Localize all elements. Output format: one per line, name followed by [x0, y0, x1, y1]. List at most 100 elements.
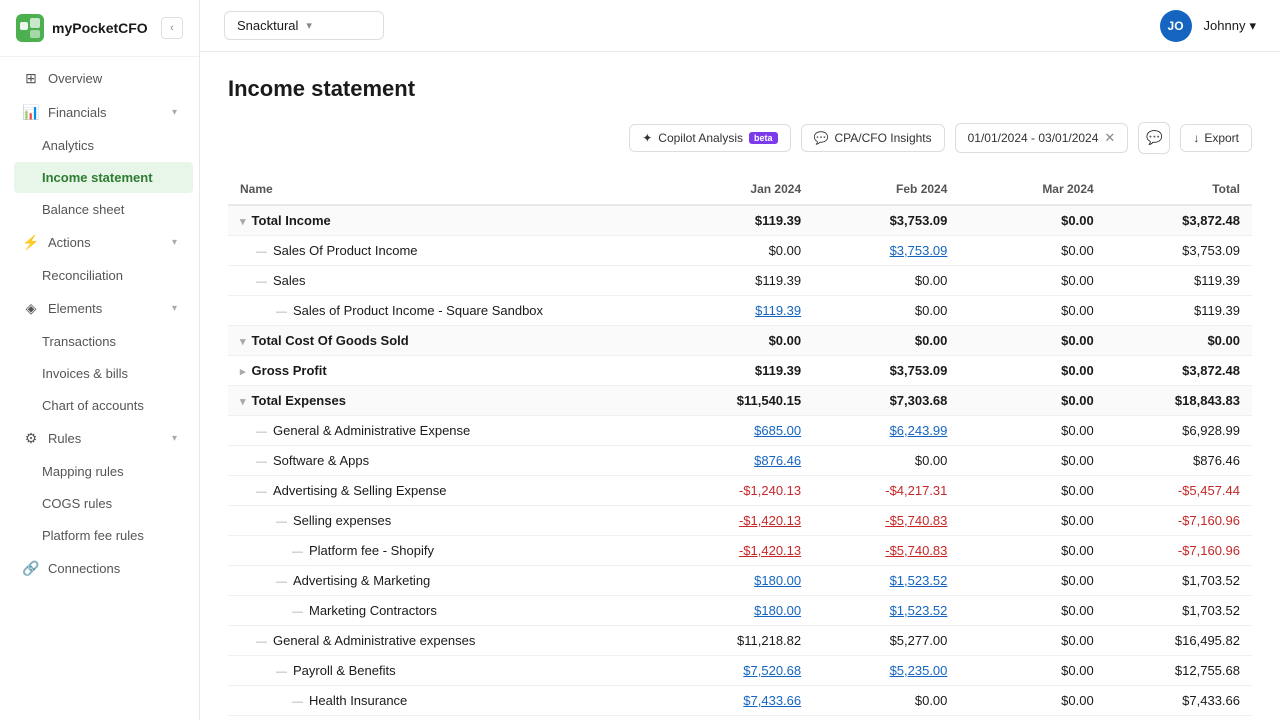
cell-value: -$5,457.44 [1106, 476, 1252, 506]
page-title: Income statement [228, 76, 1252, 102]
cell-value: $3,753.09 [813, 205, 959, 236]
expand-icon[interactable]: — [292, 606, 303, 618]
cell-value[interactable]: -$5,740.83 [813, 536, 959, 566]
cell-value[interactable]: $1,523.52 [813, 596, 959, 626]
cell-value: $11,218.82 [667, 626, 813, 656]
sidebar-item-invoices-bills[interactable]: Invoices & bills [14, 358, 193, 389]
cell-value[interactable]: $6,243.99 [813, 416, 959, 446]
table-row: ▾Total Cost Of Goods Sold$0.00$0.00$0.00… [228, 326, 1252, 356]
expand-icon[interactable]: — [276, 666, 287, 678]
expand-icon[interactable]: — [256, 486, 267, 498]
sidebar-item-financials[interactable]: 📊 Financials ▾ [6, 96, 193, 129]
expand-icon[interactable]: ▾ [240, 336, 246, 348]
cell-value[interactable]: -$1,420.13 [667, 506, 813, 536]
sidebar-collapse-button[interactable]: ‹ [161, 17, 183, 39]
sidebar-item-platform-fee-rules[interactable]: Platform fee rules [14, 520, 193, 551]
cell-name: —Workers' Compensation [228, 716, 667, 720]
sidebar-item-mapping-rules[interactable]: Mapping rules [14, 456, 193, 487]
row-name: Total Cost Of Goods Sold [252, 333, 409, 348]
row-name: Advertising & Marketing [293, 573, 430, 588]
expand-icon[interactable]: — [292, 696, 303, 708]
expand-icon[interactable]: — [256, 426, 267, 438]
cell-value[interactable]: $7,520.68 [667, 656, 813, 686]
cell-value: $0.00 [959, 596, 1105, 626]
date-range-selector[interactable]: 01/01/2024 - 03/01/2024 ✕ [955, 123, 1129, 153]
cell-value[interactable]: $685.00 [667, 416, 813, 446]
sidebar-item-cogs-rules[interactable]: COGS rules [14, 488, 193, 519]
expand-icon[interactable]: — [256, 636, 267, 648]
sidebar-item-connections[interactable]: 🔗 Connections [6, 552, 193, 585]
sidebar-item-reconciliation[interactable]: Reconciliation [14, 260, 193, 291]
company-selector[interactable]: Snacktural ▾ [224, 11, 384, 40]
copilot-icon: ✦ [642, 131, 652, 145]
expand-icon[interactable]: — [256, 276, 267, 288]
cell-name: ▾ Total Cost Of Goods Sold [228, 326, 667, 356]
cell-value[interactable]: $119.39 [667, 296, 813, 326]
row-name: Selling expenses [293, 513, 391, 528]
expand-icon[interactable]: — [276, 576, 287, 588]
date-range-close-icon[interactable]: ✕ [1104, 130, 1115, 146]
cell-value: $119.39 [667, 356, 813, 386]
financials-icon: 📊 [22, 104, 40, 121]
expand-icon[interactable]: — [292, 546, 303, 558]
row-name: Gross Profit [252, 363, 327, 378]
table-row: —Workers' Compensation$87.02$0.00$0.00$8… [228, 716, 1252, 720]
cell-value: $0.00 [813, 296, 959, 326]
cpa-insights-button[interactable]: 💬 CPA/CFO Insights [801, 124, 945, 152]
cell-value: $0.00 [959, 656, 1105, 686]
sidebar-item-actions[interactable]: ⚡ Actions ▾ [6, 226, 193, 259]
cell-value: $3,872.48 [1106, 356, 1252, 386]
expand-icon[interactable]: — [256, 456, 267, 468]
cell-value[interactable]: -$1,420.13 [667, 536, 813, 566]
expand-icon[interactable]: — [256, 246, 267, 258]
cell-value[interactable]: $3,753.09 [813, 236, 959, 266]
cell-value[interactable]: $180.00 [667, 566, 813, 596]
sidebar-item-overview[interactable]: ⊞ Overview [6, 62, 193, 95]
expand-icon[interactable]: ▸ [240, 366, 246, 378]
copilot-analysis-button[interactable]: ✦ Copilot Analysis beta [629, 124, 790, 152]
expand-icon[interactable]: — [276, 516, 287, 528]
sidebar-item-balance-sheet[interactable]: Balance sheet [14, 194, 193, 225]
sidebar-item-chart-of-accounts-label: Chart of accounts [42, 398, 177, 413]
export-button[interactable]: ↓ Export [1180, 124, 1252, 152]
cell-value: $0.00 [959, 386, 1105, 416]
sidebar-item-rules[interactable]: ⚙ Rules ▾ [6, 422, 193, 455]
expand-icon[interactable]: ▾ [240, 216, 246, 228]
comment-button[interactable]: 💬 [1138, 122, 1170, 154]
connections-icon: 🔗 [22, 560, 40, 577]
sidebar-item-analytics[interactable]: Analytics [14, 130, 193, 161]
sidebar-item-invoices-bills-label: Invoices & bills [42, 366, 177, 381]
expand-icon[interactable]: — [276, 306, 287, 318]
expand-icon[interactable]: ▾ [240, 396, 246, 408]
cell-value[interactable]: $180.00 [667, 596, 813, 626]
row-name: Marketing Contractors [309, 603, 437, 618]
sidebar-item-elements[interactable]: ◈ Elements ▾ [6, 292, 193, 325]
cell-value[interactable]: -$5,740.83 [813, 506, 959, 536]
app-name: myPocketCFO [52, 20, 148, 36]
table-row: —Selling expenses-$1,420.13-$5,740.83$0.… [228, 506, 1252, 536]
cell-name: — Marketing Contractors [228, 596, 667, 626]
user-name[interactable]: Johnny ▾ [1204, 18, 1256, 34]
cell-value[interactable]: $5,235.00 [813, 656, 959, 686]
cell-value: $0.00 [813, 446, 959, 476]
overview-icon: ⊞ [22, 70, 40, 87]
cell-value: $0.00 [959, 536, 1105, 566]
sidebar-item-chart-of-accounts[interactable]: Chart of accounts [14, 390, 193, 421]
row-name: Sales [273, 273, 306, 288]
cell-value[interactable]: $87.02 [667, 716, 813, 720]
cell-name: ▾Total Income [228, 205, 667, 236]
sidebar-item-income-statement[interactable]: Income statement [14, 162, 193, 193]
cell-value: $119.39 [667, 266, 813, 296]
cell-value[interactable]: $1,523.52 [813, 566, 959, 596]
col-header-feb: Feb 2024 [813, 174, 959, 205]
cell-value[interactable]: $876.46 [667, 446, 813, 476]
cell-value[interactable]: $7,433.66 [667, 686, 813, 716]
cell-value: $3,753.09 [1106, 236, 1252, 266]
cell-value: -$7,160.96 [1106, 506, 1252, 536]
topbar: Snacktural ▾ JO Johnny ▾ [200, 0, 1280, 52]
cell-value: $0.00 [959, 266, 1105, 296]
table-row: —Sales of Product Income - Square Sandbo… [228, 296, 1252, 326]
row-name: Software & Apps [273, 453, 369, 468]
row-name: Total Expenses [252, 393, 346, 408]
sidebar-item-transactions[interactable]: Transactions [14, 326, 193, 357]
